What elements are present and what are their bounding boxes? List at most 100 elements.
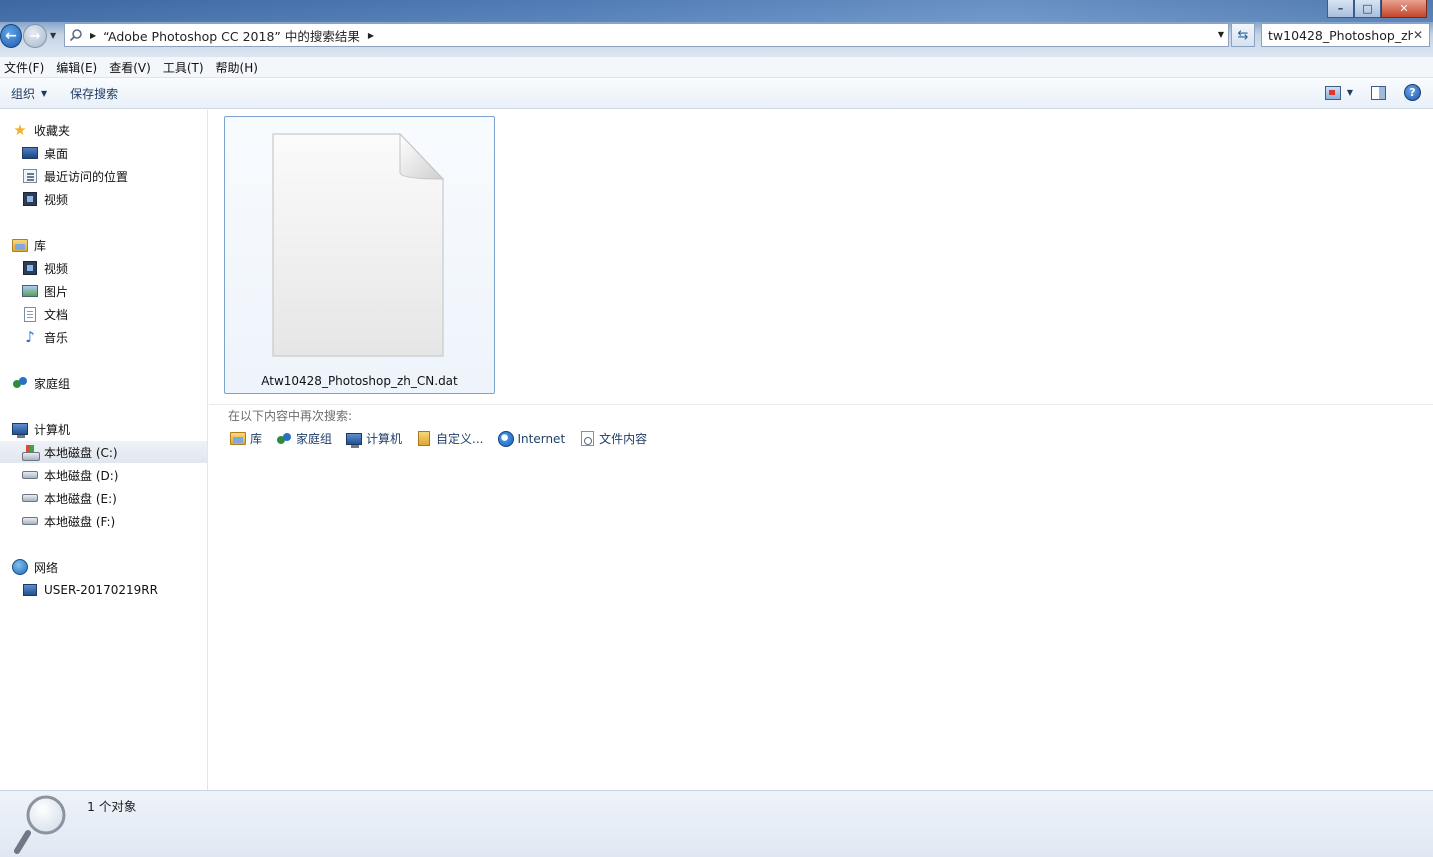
sidebar-item-drive-c[interactable]: 本地磁盘 (C:) <box>0 441 207 463</box>
computer-icon <box>346 431 363 448</box>
homegroup-icon <box>12 375 28 391</box>
search-again-homegroup[interactable]: 家庭组 <box>276 430 332 447</box>
command-bar: 组织 ▼ 保存搜索 ▼ ? <box>0 78 1433 109</box>
navigation-pane: ★ 收藏夹 桌面 最近访问的位置 视频 库 视频 图片 文档 ♪ 音乐 家庭组 … <box>0 110 208 790</box>
search-again-item-label: 计算机 <box>366 432 403 446</box>
maximize-button[interactable]: □ <box>1354 0 1381 18</box>
refresh-button[interactable]: ⇆ <box>1231 23 1255 47</box>
search-again-label: 在以下内容中再次搜索: <box>228 409 353 423</box>
menu-help[interactable]: 帮助(H) <box>212 59 266 76</box>
search-again-libraries[interactable]: 库 <box>230 430 262 447</box>
sidebar-item-label: USER-20170219RR <box>44 583 158 597</box>
save-search-button[interactable]: 保存搜索 <box>59 85 130 102</box>
save-search-label: 保存搜索 <box>70 86 119 101</box>
chevron-down-icon[interactable]: ▼ <box>1347 88 1353 97</box>
sidebar-item-libraries[interactable]: 库 <box>0 234 207 256</box>
breadcrumb-search-results[interactable]: “Adobe Photoshop CC 2018” 中的搜索结果 <box>103 26 360 45</box>
sidebar-item-label: 本地磁盘 (D:) <box>44 468 119 483</box>
chevron-down-icon: ▼ <box>41 88 48 98</box>
search-again-item-label: 库 <box>250 432 263 446</box>
back-arrow-icon: ← <box>5 28 17 44</box>
search-results-icon <box>65 28 87 42</box>
change-view-icon[interactable] <box>1324 85 1341 100</box>
star-icon: ★ <box>13 121 27 139</box>
menu-bar: 文件(F) 编辑(E) 查看(V) 工具(T) 帮助(H) <box>0 57 1433 78</box>
organize-label: 组织 <box>11 86 36 101</box>
hard-drive-icon <box>22 467 38 483</box>
computer-icon <box>22 582 38 598</box>
desktop-icon <box>22 145 38 161</box>
file-name-label[interactable]: Atw10428_Photoshop_zh_CN.dat <box>224 374 495 388</box>
search-again-internet[interactable]: Internet <box>497 430 566 447</box>
pictures-icon <box>22 283 38 299</box>
sidebar-item-recent-places[interactable]: 最近访问的位置 <box>0 165 207 187</box>
search-again-item-label: Internet <box>517 431 566 446</box>
search-again-custom[interactable]: 自定义... <box>416 430 484 447</box>
item-count: 1 个对象 <box>87 799 137 814</box>
view-controls: ▼ ? <box>1324 84 1421 101</box>
forward-button[interactable]: → <box>23 24 47 48</box>
close-window-button[interactable]: ✕ <box>1381 0 1427 18</box>
menu-edit[interactable]: 编辑(E) <box>52 59 105 76</box>
sidebar-item-desktop[interactable]: 桌面 <box>0 142 207 164</box>
organize-button[interactable]: 组织 ▼ <box>0 85 59 102</box>
forward-arrow-icon: → <box>29 28 41 44</box>
network-icon <box>12 559 28 575</box>
sidebar-item-label: 音乐 <box>44 330 69 345</box>
refresh-icon: ⇆ <box>1237 27 1249 43</box>
menu-file[interactable]: 文件(F) <box>0 59 52 76</box>
library-icon <box>12 237 28 253</box>
sidebar-item-drive-f[interactable]: 本地磁盘 (F:) <box>0 510 207 532</box>
sidebar-item-network-host[interactable]: USER-20170219RR <box>0 579 207 601</box>
sidebar-item-computer[interactable]: 计算机 <box>0 418 207 440</box>
close-icon[interactable]: ✕ <box>1413 28 1423 42</box>
sidebar-item-documents[interactable]: 文档 <box>0 303 207 325</box>
sidebar-item-label: 计算机 <box>34 422 71 437</box>
music-note-icon: ♪ <box>25 328 35 346</box>
breadcrumb-separator-icon[interactable]: ▶ <box>90 31 96 40</box>
breadcrumb-separator-icon[interactable]: ▶ <box>368 31 374 40</box>
recent-places-icon <box>22 168 38 184</box>
details-pane <box>0 790 1433 857</box>
library-icon <box>230 431 246 447</box>
search-again-item-label: 自定义... <box>436 432 484 446</box>
sidebar-item-label: 网络 <box>34 560 59 575</box>
hard-drive-icon <box>22 513 38 529</box>
sidebar-item-label: 本地磁盘 (F:) <box>44 514 116 529</box>
search-input[interactable]: tw10428_Photoshop_zh_ ✕ <box>1261 23 1430 47</box>
sidebar-item-label: 视频 <box>44 192 69 207</box>
hard-drive-icon <box>22 490 38 506</box>
sidebar-item-label: 视频 <box>44 261 69 276</box>
menu-view[interactable]: 查看(V) <box>105 59 159 76</box>
minimize-button[interactable]: – <box>1327 0 1354 18</box>
sidebar-item-favorites-videos[interactable]: 视频 <box>0 188 207 210</box>
sidebar-item-drive-d[interactable]: 本地磁盘 (D:) <box>0 464 207 486</box>
search-again-file-contents[interactable]: 文件内容 <box>579 430 647 447</box>
sidebar-item-network[interactable]: 网络 <box>0 556 207 578</box>
magnifier-icon <box>14 795 66 854</box>
recent-pages-dropdown[interactable]: ▼ <box>50 31 56 40</box>
video-icon <box>22 260 38 276</box>
search-again-divider <box>209 404 1433 405</box>
sidebar-item-label: 家庭组 <box>34 376 71 391</box>
preview-pane-icon[interactable] <box>1371 85 1386 100</box>
sidebar-item-label: 图片 <box>44 284 69 299</box>
sidebar-item-label: 收藏夹 <box>34 123 71 138</box>
sidebar-item-music[interactable]: ♪ 音乐 <box>0 326 207 348</box>
menu-tools[interactable]: 工具(T) <box>159 59 212 76</box>
sidebar-item-homegroup[interactable]: 家庭组 <box>0 372 207 394</box>
sidebar-item-favorites[interactable]: ★ 收藏夹 <box>0 119 207 141</box>
video-icon <box>22 191 38 207</box>
search-again-item-label: 文件内容 <box>599 432 648 446</box>
search-again-computer[interactable]: 计算机 <box>346 430 403 448</box>
search-query-text[interactable]: tw10428_Photoshop_zh_ <box>1268 28 1413 43</box>
help-icon[interactable]: ? <box>1404 84 1421 101</box>
sidebar-item-library-videos[interactable]: 视频 <box>0 257 207 279</box>
blank-file-icon <box>272 133 444 357</box>
sidebar-item-drive-e[interactable]: 本地磁盘 (E:) <box>0 487 207 509</box>
address-bar[interactable]: ▶ “Adobe Photoshop CC 2018” 中的搜索结果 ▶ ▼ <box>64 23 1229 47</box>
address-history-dropdown-icon[interactable]: ▼ <box>1218 30 1224 39</box>
back-button[interactable]: ← <box>0 24 22 48</box>
computer-icon <box>12 421 28 438</box>
sidebar-item-pictures[interactable]: 图片 <box>0 280 207 302</box>
